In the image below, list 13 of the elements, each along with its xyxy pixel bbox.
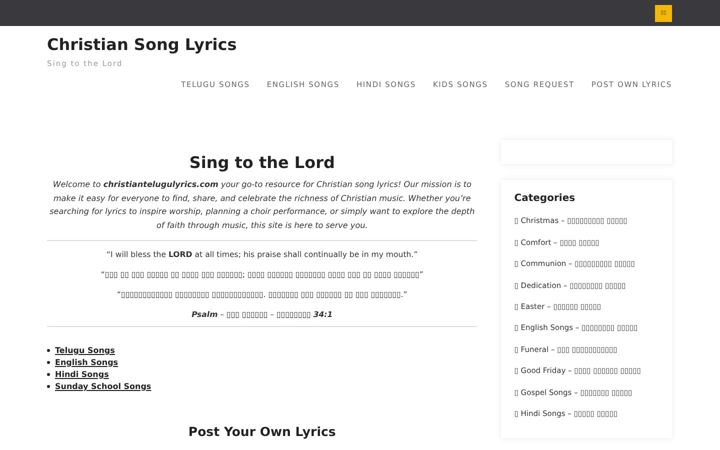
bullet-icon bbox=[47, 372, 50, 376]
site-title[interactable]: Christian Song Lyrics bbox=[47, 35, 237, 54]
page-heading: Sing to the Lord bbox=[188, 153, 336, 172]
song-category-link[interactable]: Hindi Songs bbox=[55, 370, 109, 379]
section-heading: Post Your Own Lyrics bbox=[187, 424, 337, 439]
bullet-icon bbox=[47, 348, 50, 352]
intro-paragraph: Welcome to christiantelugulyrics.com your go-to resource for Christian song lyrics! Our mission is to make it easy for everyone to find, share, and celebrate the richness of Christian music. Whether you’re searching for lyrics to inspire worship, planning a choir performance, or simply want to explore the depth of faith through music, this site is here to serve you. bbox=[48, 179, 476, 232]
song-category-link[interactable]: Telugu Songs bbox=[55, 346, 115, 355]
song-category-link[interactable]: English Songs bbox=[55, 358, 118, 367]
song-category-link[interactable]: Sunday School Songs bbox=[55, 382, 152, 391]
bullet-icon bbox=[47, 384, 50, 388]
categories-title: Categories bbox=[514, 193, 576, 204]
bullet-icon bbox=[47, 360, 50, 364]
